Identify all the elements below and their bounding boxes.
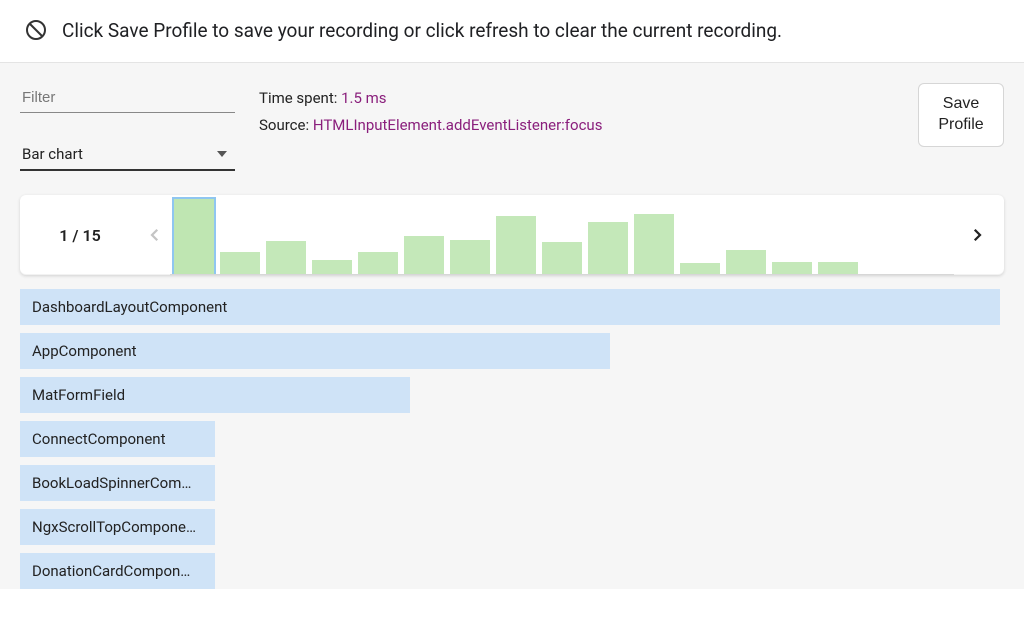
time-spent-label: Time spent:	[259, 89, 341, 107]
controls-left: Bar chart	[20, 83, 235, 171]
controls-row: Bar chart Time spent: 1.5 ms Source: HTM…	[20, 83, 1004, 171]
timeline-bar[interactable]	[588, 222, 628, 274]
chevron-left-icon	[146, 226, 164, 244]
profiler-panel: Bar chart Time spent: 1.5 ms Source: HTM…	[0, 63, 1024, 589]
source-label: Source:	[259, 116, 313, 134]
timeline-bar[interactable]	[496, 216, 536, 274]
frame-timeline: 1 / 15	[20, 195, 1004, 275]
timeline-bar[interactable]	[450, 240, 490, 274]
time-spent-value: 1.5 ms	[341, 89, 386, 107]
save-button-line1: Save	[937, 94, 985, 115]
info-banner: Click Save Profile to save your recordin…	[0, 0, 1024, 63]
filter-input[interactable]	[20, 83, 235, 113]
timeline-bar[interactable]	[818, 262, 858, 274]
timeline-bar[interactable]	[726, 250, 766, 274]
timeline-bars[interactable]	[170, 195, 954, 275]
no-recording-icon	[24, 18, 48, 42]
timeline-bar[interactable]	[634, 214, 674, 274]
timeline-bar[interactable]	[772, 262, 812, 274]
timeline-bar[interactable]	[220, 252, 260, 274]
component-breakdown-list: DashboardLayoutComponent AppComponent MatF…	[20, 289, 1004, 589]
component-bar[interactable]: BookLoadSpinnerCom…	[20, 465, 215, 501]
component-bar[interactable]: DonationCardCompon…	[20, 553, 215, 589]
chevron-right-icon	[968, 226, 986, 244]
timeline-bar[interactable]	[266, 241, 306, 274]
component-bar[interactable]: NgxScrollTopCompone…	[20, 509, 215, 545]
timeline-bar[interactable]	[174, 199, 214, 274]
save-button-line2: Profile	[937, 115, 985, 136]
timeline-bar[interactable]	[312, 260, 352, 274]
chevron-down-icon	[217, 151, 227, 157]
timeline-bar[interactable]	[680, 263, 720, 274]
prev-frame-button[interactable]	[140, 220, 170, 250]
component-bar[interactable]: DashboardLayoutComponent	[20, 289, 1000, 325]
timeline-bar[interactable]	[358, 252, 398, 274]
component-bar[interactable]: ConnectComponent	[20, 421, 215, 457]
banner-message: Click Save Profile to save your recordin…	[62, 19, 782, 42]
timeline-bar[interactable]	[404, 236, 444, 274]
source-value: HTMLInputElement.addEventListener:focus	[313, 116, 603, 134]
view-mode-value: Bar chart	[22, 145, 83, 163]
frame-counter: 1 / 15	[20, 226, 140, 245]
save-profile-button[interactable]: Save Profile	[918, 83, 1004, 147]
component-bar[interactable]: AppComponent	[20, 333, 610, 369]
frame-info: Time spent: 1.5 ms Source: HTMLInputElem…	[259, 83, 894, 139]
timeline-bar[interactable]	[542, 242, 582, 274]
view-mode-select[interactable]: Bar chart	[20, 141, 235, 171]
component-bar[interactable]: MatFormField	[20, 377, 410, 413]
next-frame-button[interactable]	[962, 220, 992, 250]
